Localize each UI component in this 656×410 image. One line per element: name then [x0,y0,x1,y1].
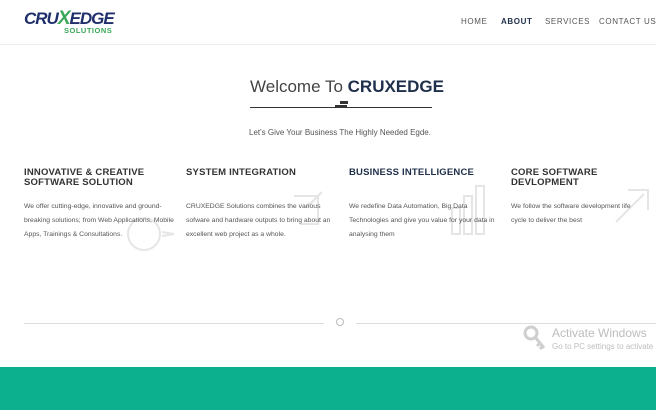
nav-about[interactable]: ABOUT [501,17,532,26]
nav-contact-us[interactable]: CONTACT US [599,17,656,26]
feature-text: CRUXEDGE Solutions combines the various … [186,203,331,238]
heading-underline-accent-top [340,101,348,104]
section-divider-left [24,323,324,324]
feature-title: CORE SOFTWARE DEVLOPMENT [511,167,598,188]
footer-band [0,367,656,410]
feature-text: We offer cutting-edge, innovative and gr… [24,203,174,238]
feature-title: BUSINESS INTELLIGENCE [349,167,475,178]
site-header: CRUXEDGE SOLUTIONS HOME ABOUT SERVICES C… [0,0,656,45]
key-icon [523,325,546,351]
welcome-brand: CRUXEDGE [347,77,444,96]
welcome-prefix: Welcome To [250,77,348,96]
section-divider-dot [336,318,344,326]
feature-core-software: CORE SOFTWARE DEVLOPMENT We follow the s… [511,167,641,225]
feature-text: We follow the software development life … [511,203,631,224]
nav-services[interactable]: SERVICES [545,17,590,26]
main-nav: HOME ABOUT SERVICES CONTACT US [0,17,656,29]
feature-title: INNOVATIVE & CREATIVE SOFTWARE SOLUTION [24,167,145,188]
feature-business-intelligence: BUSINESS INTELLIGENCE We redefine Data A… [349,167,499,239]
activate-subtitle: Go to PC settings to activate [552,342,654,351]
activate-title: Activate Windows [552,326,647,340]
nav-home[interactable]: HOME [461,17,487,26]
activate-windows-watermark: Activate Windows Go to PC settings to ac… [522,322,656,352]
feature-system-integration: SYSTEM INTEGRATION CRUXEDGE Solutions co… [186,167,336,239]
heading-underline-accent [335,105,347,108]
welcome-heading: Welcome To CRUXEDGE [250,77,444,97]
feature-text: We redefine Data Automation, Big Data Te… [349,203,495,238]
feature-title: SYSTEM INTEGRATION [186,167,297,178]
tagline: Let's Give Your Business The Highly Need… [249,128,431,137]
feature-innovative: INNOVATIVE & CREATIVE SOFTWARE SOLUTION … [24,167,174,239]
